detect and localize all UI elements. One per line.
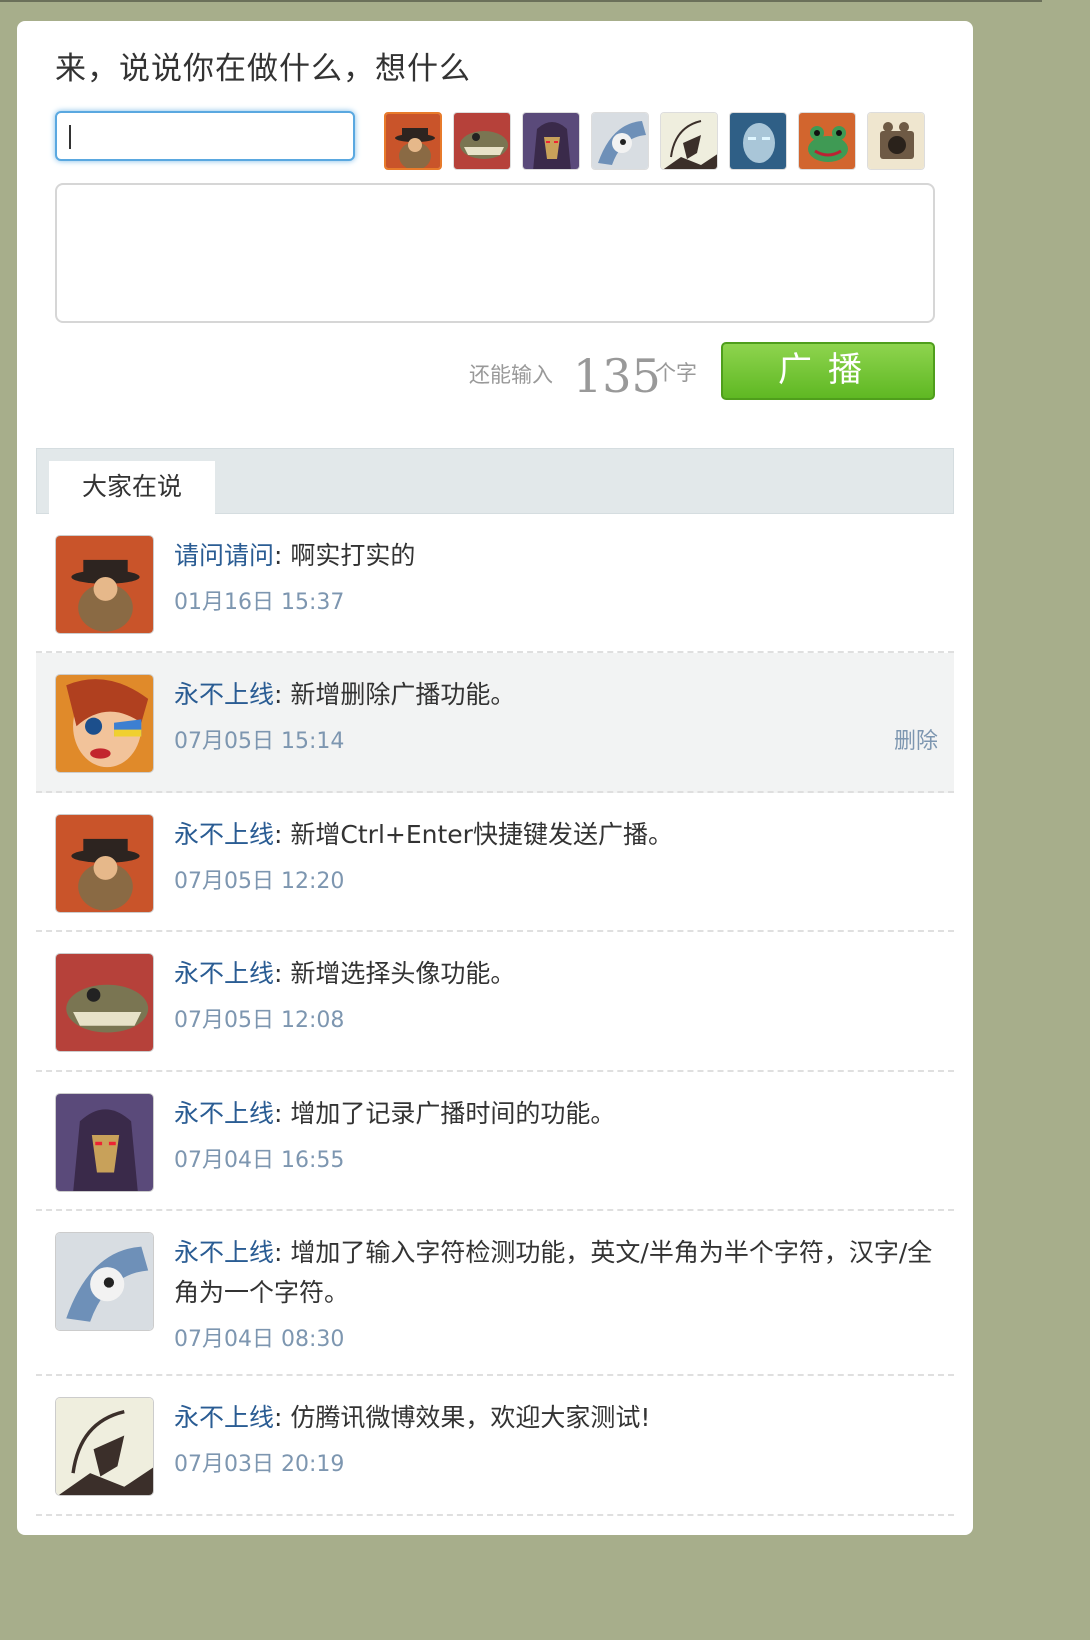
delete-link[interactable]: 删除 (894, 723, 938, 755)
list-item: 永不上线: 新增选择头像功能。 07月05日 12:08 (36, 932, 954, 1072)
post-content: 新增Ctrl+Enter快捷键发送广播。 (290, 820, 673, 849)
list-item: 永不上线: 增加了记录广播时间的功能。 07月04日 16:55 (36, 1072, 954, 1211)
avatar-hat-man-icon[interactable] (55, 814, 154, 913)
post-text: 永不上线: 增加了输入字符检测功能，英文/半角为半个字符，汉字/全角为一个字符。 (174, 1233, 934, 1313)
post-author[interactable]: 永不上线 (174, 1238, 274, 1267)
post-author[interactable]: 永不上线 (174, 820, 274, 849)
counter-value: 135 (573, 349, 661, 403)
post-content: 新增选择头像功能。 (290, 959, 516, 988)
post-text: 永不上线: 新增选择头像功能。 (174, 954, 934, 994)
window-top-edge (0, 0, 1042, 2)
message-textarea[interactable] (55, 183, 935, 323)
post-text: 永不上线: 新增删除广播功能。 (174, 675, 934, 715)
post-separator: : (274, 1238, 283, 1267)
avatar-girl-icon[interactable] (55, 674, 154, 773)
broadcast-panel: 来，说说你在做什么，想什么 还能输入 135 个字 广播 大家在说 请问请问: … (17, 21, 973, 1535)
text-caret (69, 125, 71, 149)
counter-suffix: 个字 (655, 361, 697, 385)
post-time: 01月16日 15:37 (174, 590, 345, 615)
post-time: 07月04日 08:30 (174, 1327, 345, 1352)
post-time: 07月04日 16:55 (174, 1148, 345, 1173)
list-item: 永不上线: 新增Ctrl+Enter快捷键发送广播。 07月05日 12:20 (36, 793, 954, 932)
list-item: 永不上线: 新增删除广播功能。 07月05日 15:14 删除 (36, 653, 954, 793)
post-content: 啊实打实的 (290, 541, 416, 570)
avatar-hat-man-icon[interactable] (55, 535, 154, 634)
post-text: 永不上线: 仿腾讯微博效果，欢迎大家测试! (174, 1398, 934, 1438)
post-author[interactable]: 永不上线 (174, 1403, 274, 1432)
post-author[interactable]: 永不上线 (174, 1099, 274, 1128)
avatar-bird-icon[interactable] (591, 112, 649, 170)
post-time: 07月05日 15:14 (174, 729, 345, 754)
post-author[interactable]: 永不上线 (174, 959, 274, 988)
composer-heading: 来，说说你在做什么，想什么 (55, 51, 471, 87)
avatar-hooded-icon[interactable] (522, 112, 580, 170)
post-time: 07月05日 12:08 (174, 1008, 345, 1033)
feed-list: 请问请问: 啊实打实的 01月16日 15:37 永不上线: 新增删除广播功能。… (36, 514, 954, 1516)
list-item: 请问请问: 啊实打实的 01月16日 15:37 (36, 514, 954, 653)
tab-everyone[interactable]: 大家在说 (49, 461, 215, 515)
post-separator: : (274, 1099, 283, 1128)
avatar-picker (384, 112, 925, 170)
post-text: 永不上线: 增加了记录广播时间的功能。 (174, 1094, 934, 1134)
post-time: 07月05日 12:20 (174, 869, 345, 894)
nickname-input[interactable] (55, 111, 355, 161)
post-author[interactable]: 请问请问 (174, 541, 274, 570)
post-content: 增加了输入字符检测功能，英文/半角为半个字符，汉字/全角为一个字符。 (174, 1238, 933, 1307)
post-author[interactable]: 永不上线 (174, 680, 274, 709)
avatar-frog-icon[interactable] (798, 112, 856, 170)
avatar-croc-icon[interactable] (55, 953, 154, 1052)
post-content: 仿腾讯微博效果，欢迎大家测试! (290, 1403, 651, 1432)
post-separator: : (274, 959, 283, 988)
post-separator: : (274, 1403, 283, 1432)
post-content: 新增删除广播功能。 (290, 680, 516, 709)
post-time: 07月03日 20:19 (174, 1452, 345, 1477)
avatar-bird-icon[interactable] (55, 1232, 154, 1331)
counter-prefix: 还能输入 (469, 363, 553, 387)
list-item: 永不上线: 仿腾讯微博效果，欢迎大家测试! 07月03日 20:19 (36, 1376, 954, 1516)
avatar-camera-icon[interactable] (867, 112, 925, 170)
post-text: 请问请问: 啊实打实的 (174, 536, 934, 576)
post-separator: : (274, 541, 283, 570)
post-separator: : (274, 820, 283, 849)
avatar-croc-icon[interactable] (453, 112, 511, 170)
list-item: 永不上线: 增加了输入字符检测功能，英文/半角为半个字符，汉字/全角为一个字符。… (36, 1211, 954, 1376)
post-text: 永不上线: 新增Ctrl+Enter快捷键发送广播。 (174, 815, 934, 855)
avatar-hooded-icon[interactable] (55, 1093, 154, 1192)
avatar-robot-icon[interactable] (729, 112, 787, 170)
avatar-hat-man-icon[interactable] (384, 112, 442, 170)
post-content: 增加了记录广播时间的功能。 (290, 1099, 616, 1128)
avatar-archer-icon[interactable] (660, 112, 718, 170)
feed-tabbar: 大家在说 (36, 448, 954, 515)
post-separator: : (274, 680, 283, 709)
avatar-archer-icon[interactable] (55, 1397, 154, 1496)
broadcast-button[interactable]: 广播 (721, 342, 935, 400)
